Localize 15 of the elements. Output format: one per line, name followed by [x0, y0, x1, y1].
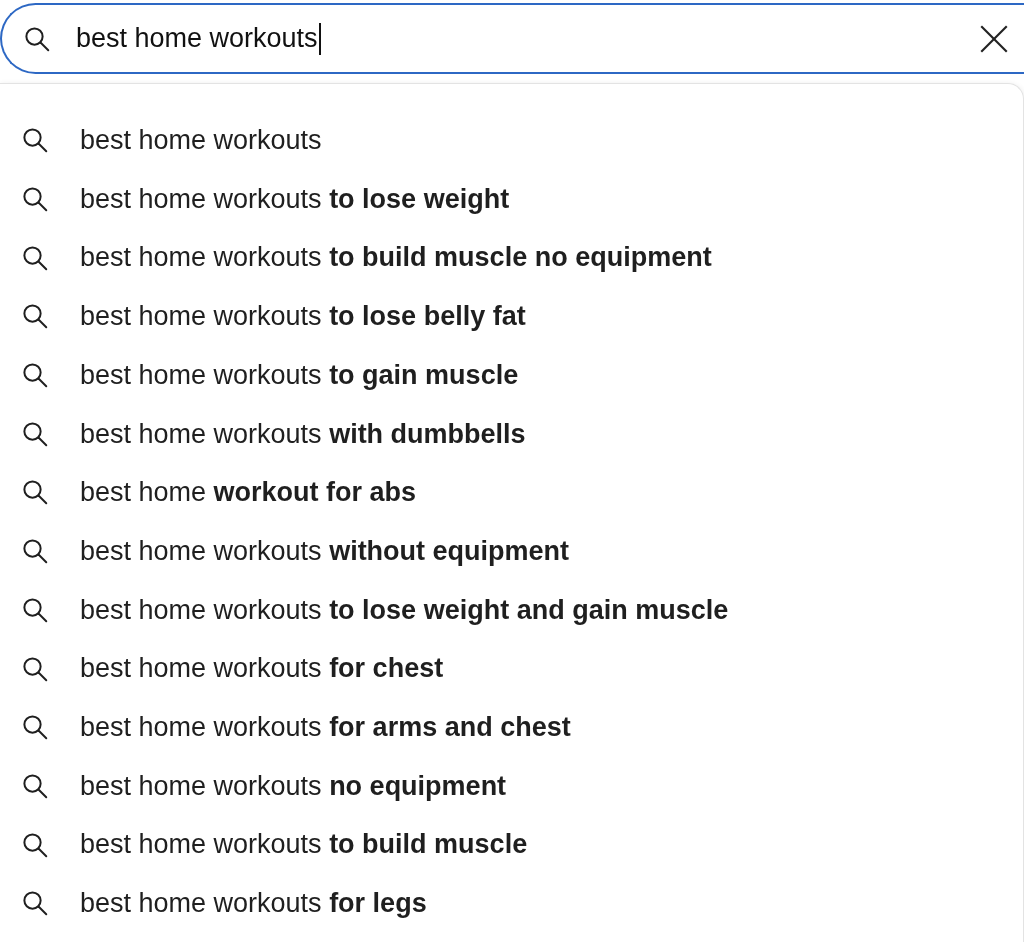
suggestion-item[interactable]: best home workouts without equipment — [0, 521, 1023, 581]
suggestion-item[interactable]: best home workouts to lose weight and gain muscle — [0, 580, 1023, 640]
suggestion-item[interactable]: best home workouts for legs — [0, 873, 1023, 933]
suggestion-item[interactable]: best home workouts for arms and chest — [0, 697, 1023, 757]
search-field[interactable]: best home workouts — [0, 3, 1024, 74]
suggestion-item[interactable]: best home workouts — [0, 111, 1023, 170]
suggestion-item[interactable]: best home workouts to gain muscle — [0, 345, 1023, 405]
suggestion-item[interactable]: best home workouts no equipment — [0, 756, 1023, 816]
suggestion-item[interactable]: best home workouts for chest — [0, 639, 1023, 698]
suggestion-item[interactable]: best home workout for abs — [0, 463, 1023, 522]
suggestion-item[interactable]: best home workouts to lose weight — [0, 169, 1023, 229]
suggestion-item[interactable]: best home workouts to lose belly fat — [0, 287, 1023, 346]
suggestion-item[interactable]: best home workouts to build muscle — [0, 815, 1023, 874]
suggestion-item[interactable]: best home workouts to build muscle no equipment — [0, 228, 1023, 288]
suggestion-item[interactable]: best home workouts with dumbbells — [0, 404, 1023, 464]
